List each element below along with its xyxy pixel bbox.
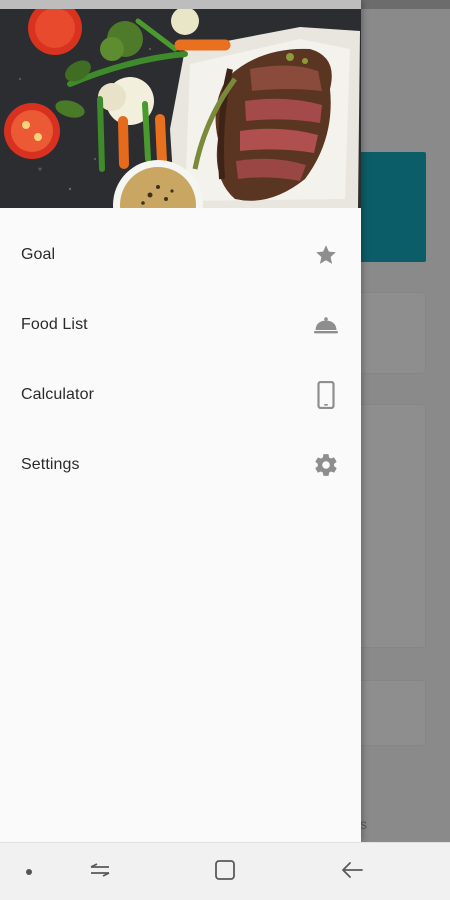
smartphone-icon bbox=[313, 381, 339, 409]
navigation-drawer: Goal Food List Calculator Settings bbox=[0, 0, 361, 842]
dot-indicator-button[interactable] bbox=[14, 843, 44, 900]
back-icon bbox=[340, 860, 364, 885]
drawer-header-image bbox=[0, 9, 361, 208]
home-icon bbox=[214, 859, 236, 886]
menu-item-food-list[interactable]: Food List bbox=[0, 290, 361, 360]
menu-item-label: Food List bbox=[21, 316, 88, 333]
gear-icon bbox=[313, 452, 339, 478]
drawer-status-bar bbox=[0, 0, 361, 9]
menu-item-label: Goal bbox=[21, 246, 56, 263]
recent-apps-button[interactable] bbox=[80, 843, 120, 900]
menu-item-settings[interactable]: Settings bbox=[0, 430, 361, 500]
cloche-icon bbox=[313, 312, 339, 338]
background-teal-card bbox=[356, 152, 426, 262]
drawer-menu: Goal Food List Calculator Settings bbox=[0, 220, 361, 500]
home-button[interactable] bbox=[205, 843, 245, 900]
back-button[interactable] bbox=[330, 843, 374, 900]
background-partial-text: s bbox=[360, 816, 367, 832]
dot-icon bbox=[25, 863, 33, 881]
background-card bbox=[356, 404, 426, 648]
menu-item-calculator[interactable]: Calculator bbox=[0, 360, 361, 430]
system-navigation-bar bbox=[0, 842, 450, 900]
menu-item-label: Calculator bbox=[21, 386, 95, 403]
background-card bbox=[356, 292, 426, 374]
background-card bbox=[356, 680, 426, 746]
recent-apps-icon bbox=[88, 860, 112, 885]
menu-item-goal[interactable]: Goal bbox=[0, 220, 361, 290]
star-icon bbox=[313, 242, 339, 268]
menu-item-label: Settings bbox=[21, 456, 80, 473]
